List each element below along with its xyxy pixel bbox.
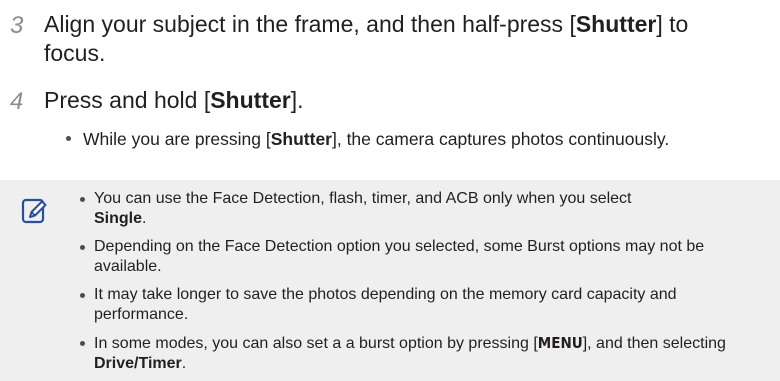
note-text: Depending on the Face Detection option y… [94, 238, 705, 275]
note-item: Depending on the Face Detection option y… [80, 237, 774, 277]
note-text: You can use the Face Detection, flash, t… [94, 190, 632, 207]
step-text-part: Press and hold [ [44, 87, 211, 113]
note-pencil-icon [21, 198, 47, 224]
shutter-key-label: Shutter [210, 87, 291, 113]
note-text: . [181, 355, 187, 372]
shutter-key-label: Shutter [575, 11, 657, 37]
bullet-dot [80, 293, 85, 298]
step-text: Align your subject in the frame, and the… [44, 10, 744, 68]
note-text: In some modes, you can also set a a burs… [94, 335, 538, 352]
bullet-dot [66, 135, 71, 141]
step-text-part: Align your subject in the frame, and the… [44, 11, 576, 37]
bullet-dot [80, 197, 85, 202]
note-box: You can use the Face Detection, flash, t… [0, 180, 780, 381]
step-number: 4 [10, 88, 24, 115]
bullet-dot [80, 341, 85, 346]
note-text: . [142, 210, 147, 227]
step-bullet: While you are pressing [Shutter], the ca… [66, 128, 780, 150]
shutter-key-label: Shutter [270, 129, 332, 149]
bullet-text-part: While you are pressing [ [83, 129, 271, 149]
step-number: 3 [10, 12, 24, 39]
drive-timer-option-label: Drive/Timer [94, 355, 182, 372]
step-text-part: ]. [290, 87, 304, 113]
note-item: You can use the Face Detection, flash, t… [80, 189, 774, 229]
note-item: In some modes, you can also set a a burs… [80, 333, 774, 374]
menu-key-label: MENU [537, 334, 583, 352]
note-text: It may take longer to save the photos de… [94, 286, 677, 323]
bullet-dot [80, 245, 85, 250]
step-text: Press and hold [Shutter]. [44, 86, 744, 115]
bullet-text-part: ], the camera captures photos continuous… [331, 129, 670, 149]
note-text: ], and then selecting [582, 335, 726, 352]
note-item: It may take longer to save the photos de… [80, 285, 774, 325]
single-option-label: Single [94, 210, 143, 227]
